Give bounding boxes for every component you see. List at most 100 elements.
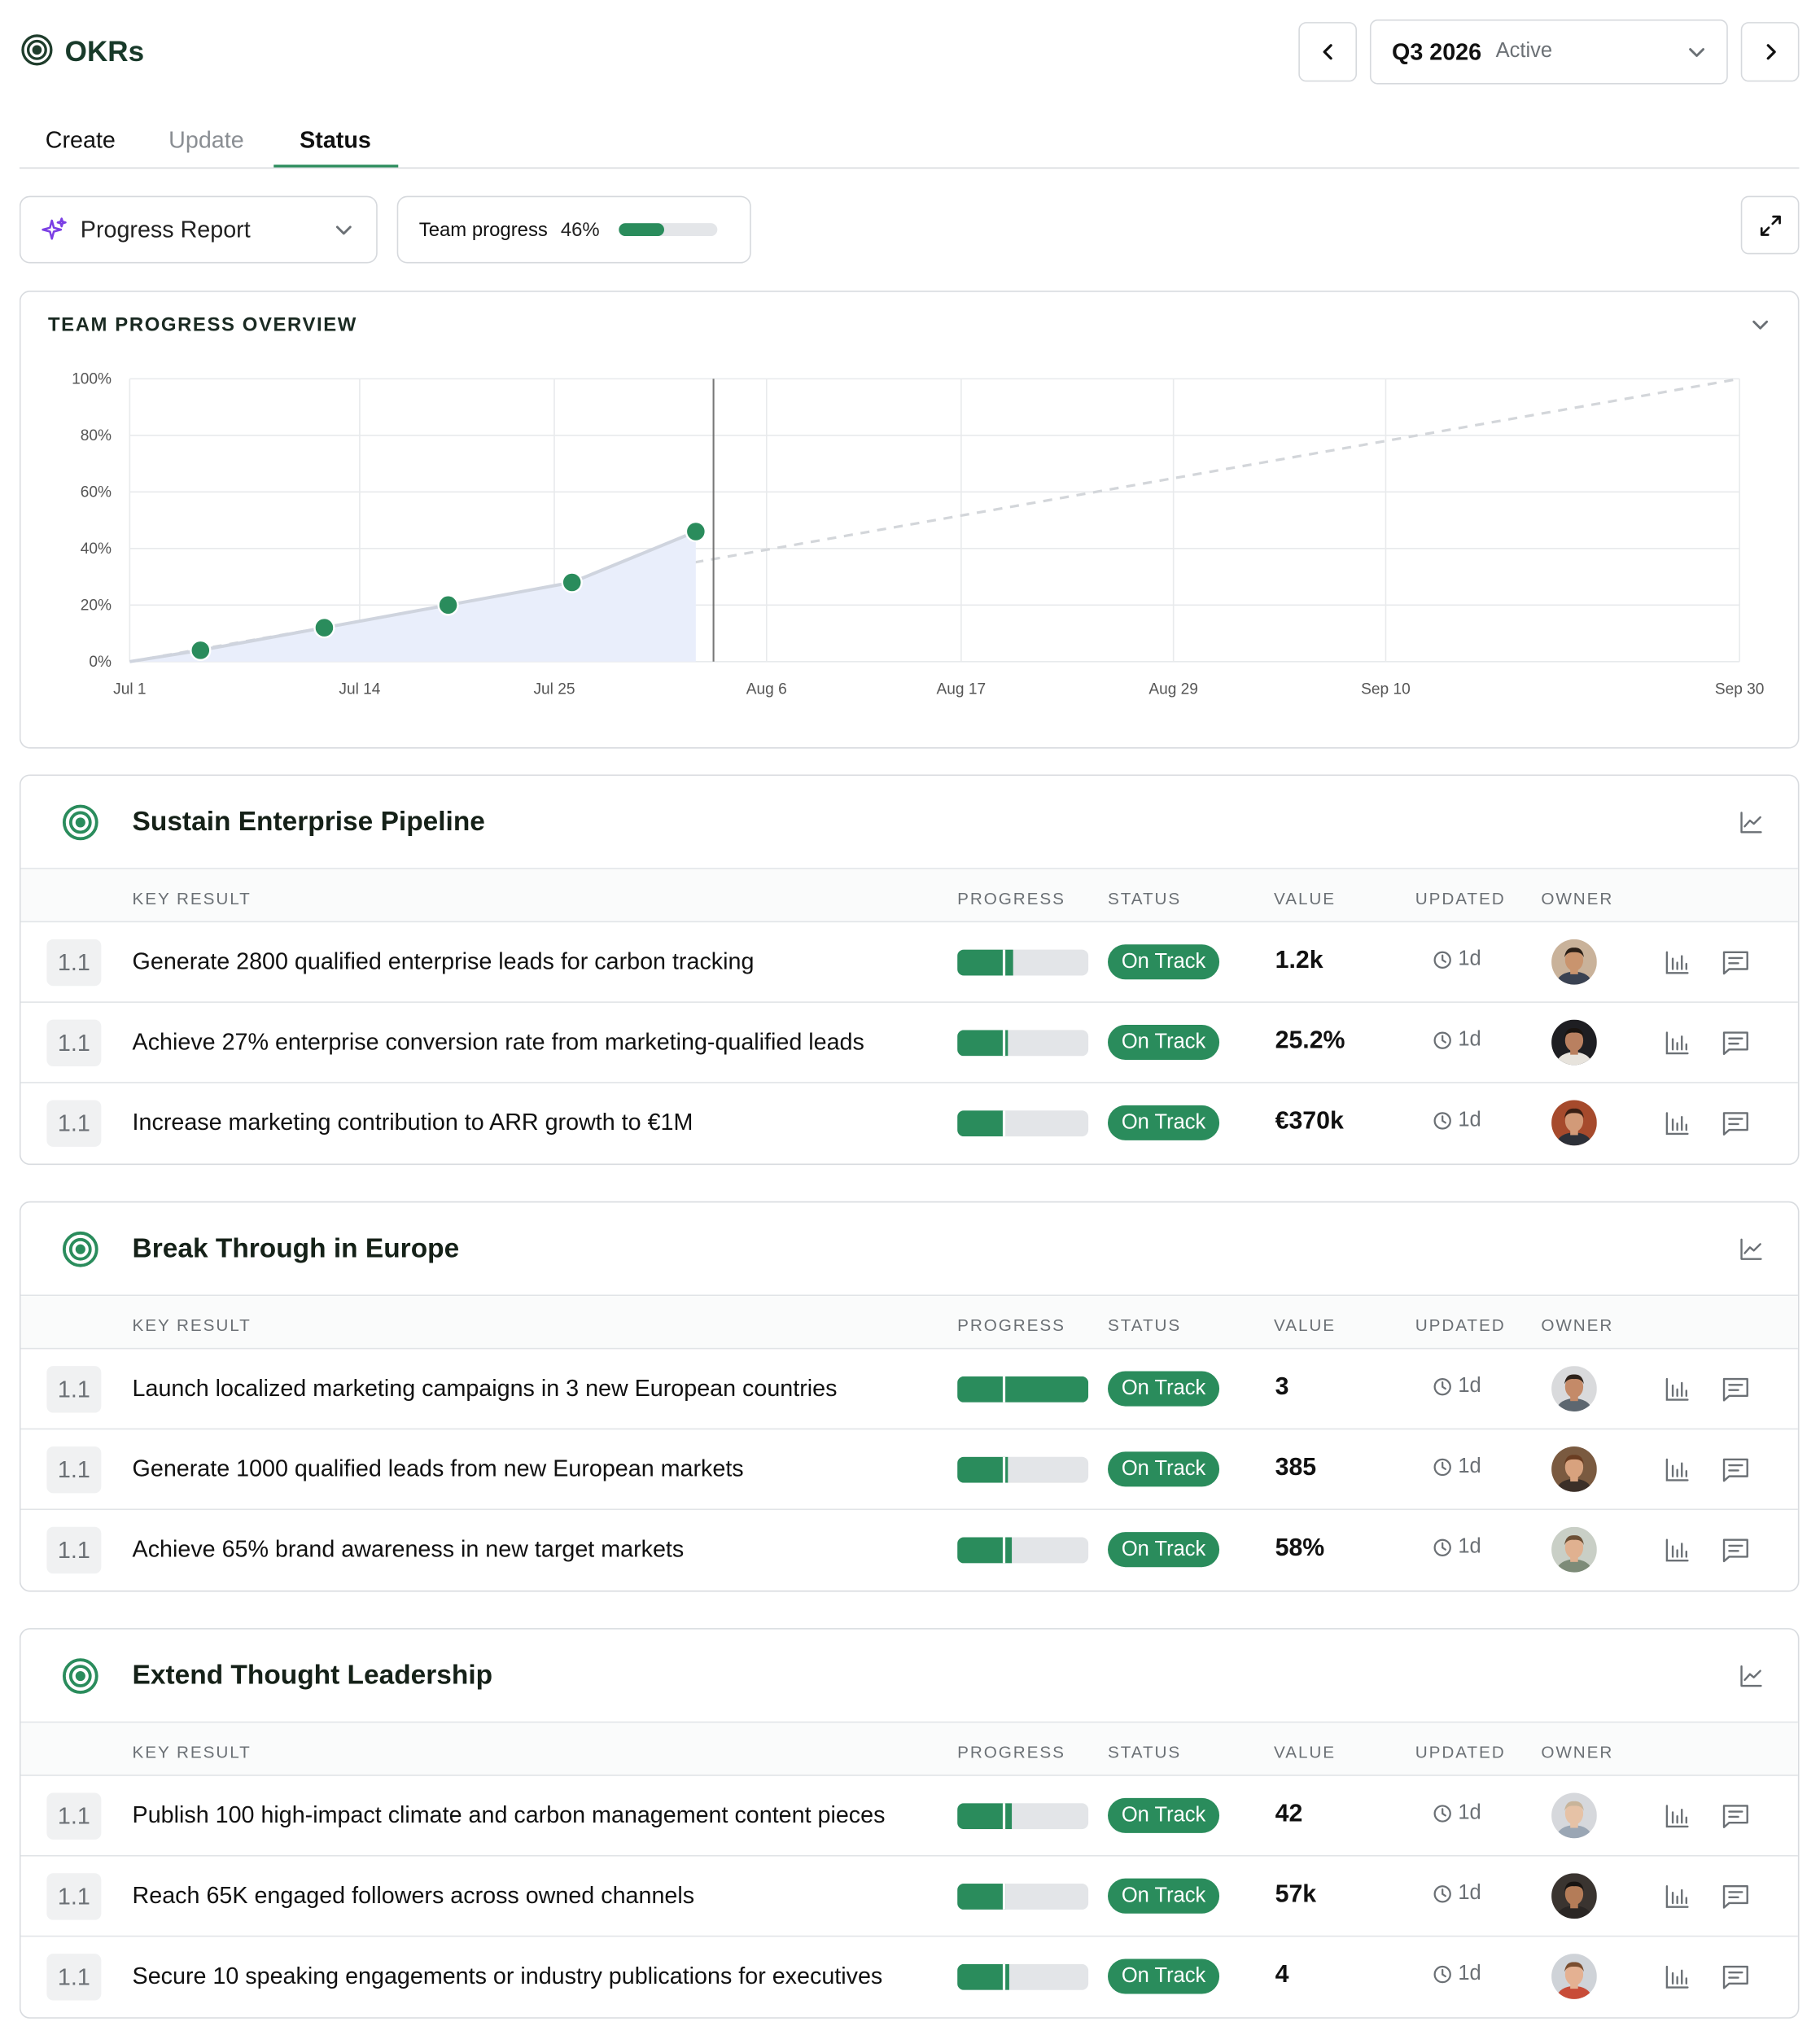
bar-chart-icon[interactable] <box>1665 1030 1691 1056</box>
key-result-progress-bar <box>957 1963 1089 1990</box>
sparkle-icon <box>42 217 67 240</box>
bar-chart-icon[interactable] <box>1665 1110 1691 1136</box>
status-badge[interactable]: On Track <box>1108 944 1220 980</box>
comment-icon[interactable] <box>1722 1964 1750 1990</box>
owner-avatar[interactable] <box>1551 1019 1597 1066</box>
key-result-value: 385 <box>1275 1454 1317 1482</box>
objective-header[interactable]: Sustain Enterprise Pipeline <box>20 776 1798 869</box>
status-badge[interactable]: On Track <box>1108 1878 1220 1914</box>
owner-avatar[interactable] <box>1551 1366 1597 1411</box>
trend-chart-icon[interactable] <box>1739 811 1763 834</box>
owner-avatar[interactable] <box>1551 939 1597 985</box>
bar-chart-icon[interactable] <box>1665 1964 1691 1990</box>
header: OKRs Q3 2026 Active <box>0 0 1820 103</box>
owner-avatar[interactable] <box>1551 1954 1597 1999</box>
col-updated: UPDATED <box>1415 1315 1506 1335</box>
clock-icon <box>1433 951 1451 969</box>
key-result-title[interactable]: Achieve 27% enterprise conversion rate f… <box>133 1029 864 1056</box>
key-result-row[interactable]: 1.1 Achieve 27% enterprise conversion ra… <box>20 1003 1798 1083</box>
key-result-row[interactable]: 1.1 Generate 1000 qualified leads from n… <box>20 1429 1798 1511</box>
key-result-title[interactable]: Publish 100 high-impact climate and carb… <box>133 1802 886 1829</box>
comment-icon[interactable] <box>1722 1803 1750 1829</box>
col-updated: UPDATED <box>1415 888 1506 908</box>
key-result-title[interactable]: Generate 1000 qualified leads from new E… <box>133 1455 744 1482</box>
status-badge[interactable]: On Track <box>1108 1105 1220 1140</box>
status-badge[interactable]: On Track <box>1108 1958 1220 1994</box>
bar-chart-icon[interactable] <box>1665 1457 1691 1483</box>
updated-value: 1d <box>1458 1375 1481 1398</box>
comment-icon[interactable] <box>1722 1030 1750 1056</box>
key-result-number: 1.1 <box>46 1100 102 1147</box>
tab-create[interactable]: Create <box>46 126 116 155</box>
bar-chart-icon[interactable] <box>1665 950 1691 976</box>
comment-icon[interactable] <box>1722 950 1750 976</box>
column-headers: KEY RESULT PROGRESS STATUS VALUE UPDATED… <box>20 1722 1798 1776</box>
owner-avatar[interactable] <box>1551 1100 1597 1146</box>
quarter-state: Active <box>1495 40 1553 63</box>
updated-indicator: 1d <box>1433 1882 1481 1906</box>
comment-icon[interactable] <box>1722 1884 1750 1910</box>
x-tick-label: Jul 25 <box>533 681 575 698</box>
key-result-title[interactable]: Secure 10 speaking engagements or indust… <box>133 1963 883 1989</box>
data-point <box>685 520 707 543</box>
quarter-selector[interactable]: Q3 2026 Active <box>1369 19 1728 85</box>
key-result-value: 3 <box>1275 1373 1289 1402</box>
status-badge[interactable]: On Track <box>1108 1532 1220 1568</box>
key-result-number: 1.1 <box>46 1446 102 1494</box>
comment-icon[interactable] <box>1722 1110 1750 1136</box>
key-result-progress-bar <box>957 1110 1089 1137</box>
status-badge[interactable]: On Track <box>1108 1025 1220 1061</box>
clock-icon <box>1433 1112 1451 1130</box>
comment-icon[interactable] <box>1722 1538 1750 1564</box>
clock-icon <box>1433 1031 1451 1049</box>
key-result-title[interactable]: Reach 65K engaged followers across owned… <box>133 1882 695 1909</box>
trend-chart-icon[interactable] <box>1739 1665 1763 1688</box>
col-status: STATUS <box>1108 1315 1182 1335</box>
progress-report-dropdown[interactable]: Progress Report <box>19 195 378 264</box>
expand-button[interactable] <box>1740 195 1800 255</box>
key-result-row[interactable]: 1.1 Achieve 65% brand awareness in new t… <box>20 1510 1797 1591</box>
bar-chart-icon[interactable] <box>1665 1884 1691 1910</box>
key-result-row[interactable]: 1.1 Publish 100 high-impact climate and … <box>20 1776 1798 1857</box>
key-result-row[interactable]: 1.1 Generate 2800 qualified enterprise l… <box>20 922 1798 1003</box>
chevron-right-icon <box>1765 44 1775 60</box>
key-result-row[interactable]: 1.1 Secure 10 speaking engagements or in… <box>20 1937 1797 2017</box>
comment-icon[interactable] <box>1722 1457 1750 1483</box>
updated-value: 1d <box>1458 1882 1481 1905</box>
status-badge[interactable]: On Track <box>1108 1797 1220 1833</box>
bar-chart-icon[interactable] <box>1665 1538 1691 1564</box>
status-badge[interactable]: On Track <box>1108 1371 1220 1407</box>
tab-update[interactable]: Update <box>168 126 244 155</box>
objective-header[interactable]: Extend Thought Leadership <box>20 1630 1798 1723</box>
key-result-title[interactable]: Increase marketing contribution to ARR g… <box>133 1109 693 1136</box>
updated-value: 1d <box>1458 1455 1481 1478</box>
owner-avatar[interactable] <box>1551 1792 1597 1839</box>
key-result-number: 1.1 <box>46 1873 102 1920</box>
y-tick-label: 80% <box>81 427 112 444</box>
prev-quarter-button[interactable] <box>1298 22 1358 82</box>
key-result-title[interactable]: Achieve 65% brand awareness in new targe… <box>133 1536 685 1563</box>
key-result-number: 1.1 <box>46 1366 102 1413</box>
updated-value: 1d <box>1458 1535 1481 1559</box>
owner-avatar[interactable] <box>1551 1446 1597 1492</box>
objective-header[interactable]: Break Through in Europe <box>20 1202 1798 1297</box>
key-result-title[interactable]: Generate 2800 qualified enterprise leads… <box>133 948 755 975</box>
bar-chart-icon[interactable] <box>1665 1803 1691 1829</box>
status-badge[interactable]: On Track <box>1108 1451 1220 1487</box>
key-result-title[interactable]: Launch localized marketing campaigns in … <box>133 1375 838 1402</box>
chevron-down-icon <box>335 225 352 235</box>
owner-avatar[interactable] <box>1551 1873 1597 1919</box>
col-status: STATUS <box>1108 1742 1182 1762</box>
key-result-row[interactable]: 1.1 Reach 65K engaged followers across o… <box>20 1857 1798 1937</box>
key-result-row[interactable]: 1.1 Launch localized marketing campaigns… <box>20 1349 1798 1430</box>
y-tick-label: 40% <box>81 540 112 558</box>
key-result-progress-bar <box>957 1376 1089 1403</box>
tab-status[interactable]: Status <box>300 126 371 155</box>
comment-icon[interactable] <box>1722 1376 1750 1403</box>
key-result-value: 42 <box>1275 1801 1303 1828</box>
next-quarter-button[interactable] <box>1740 22 1800 82</box>
bar-chart-icon[interactable] <box>1665 1376 1691 1403</box>
key-result-row[interactable]: 1.1 Increase marketing contribution to A… <box>20 1083 1797 1164</box>
trend-chart-icon[interactable] <box>1739 1237 1763 1261</box>
owner-avatar[interactable] <box>1551 1526 1597 1573</box>
